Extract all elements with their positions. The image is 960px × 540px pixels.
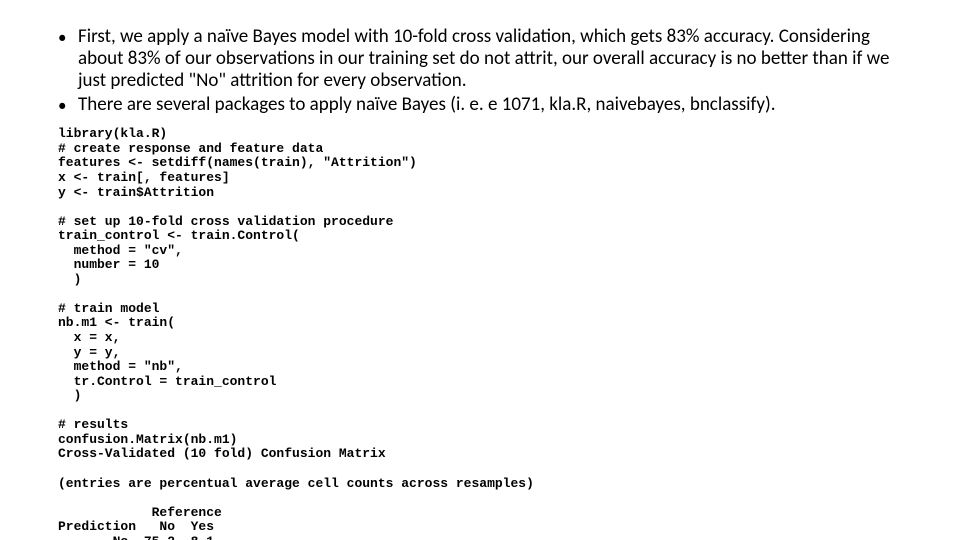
bullet-text: First, we apply a naïve Bayes model with…	[78, 26, 902, 92]
bullet-text: There are several packages to apply naïv…	[78, 94, 902, 116]
bullet-item: • There are several packages to apply na…	[58, 94, 902, 116]
code-block: library(kla.R) # create response and fea…	[58, 127, 902, 540]
bullet-dot-icon: •	[58, 94, 78, 116]
bullet-item: • First, we apply a naïve Bayes model wi…	[58, 26, 902, 92]
slide-content: • First, we apply a naïve Bayes model wi…	[0, 0, 960, 540]
bullet-dot-icon: •	[58, 26, 78, 92]
bullet-list: • First, we apply a naïve Bayes model wi…	[58, 26, 902, 115]
